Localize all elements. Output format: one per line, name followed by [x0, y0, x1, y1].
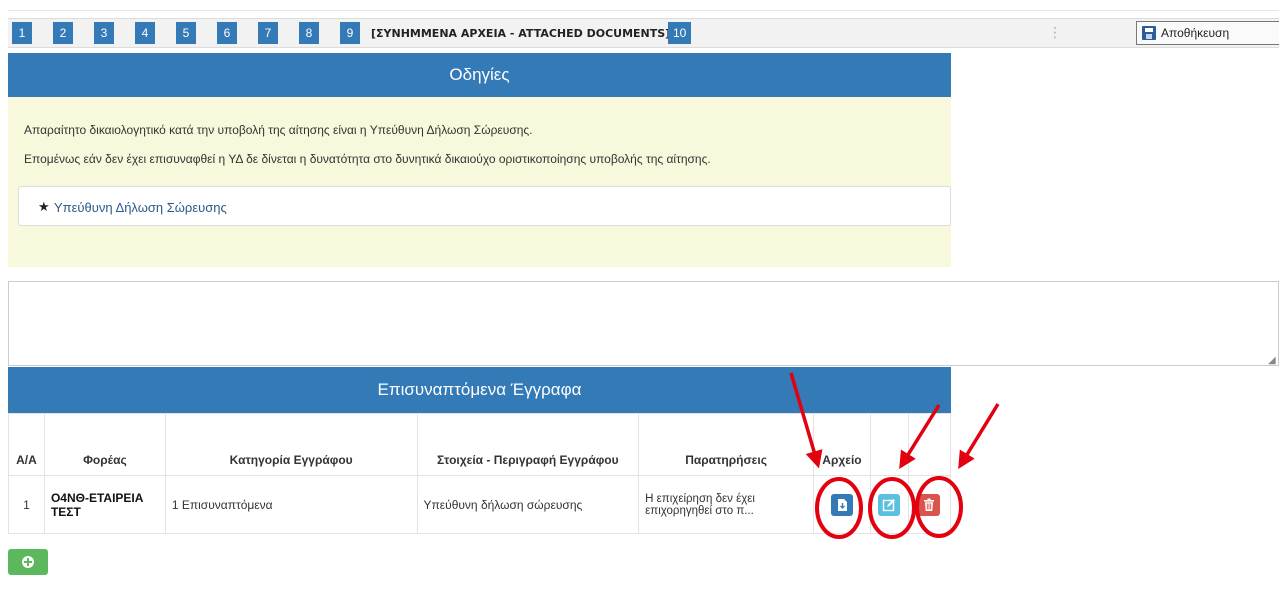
- cell-edit: [869, 475, 909, 534]
- add-document-button[interactable]: [8, 549, 48, 575]
- cell-notes: Η επιχείρηση δεν έχει επιχορηγηθεί στο π…: [638, 475, 814, 534]
- edit-document-button[interactable]: [878, 493, 901, 516]
- table-header-row: Α/Α Φορέας Κατηγορία Εγγράφου Στοιχεία -…: [8, 413, 952, 476]
- top-divider: [8, 10, 1279, 11]
- step-5-button[interactable]: 5: [176, 22, 196, 44]
- notes-textarea[interactable]: [8, 281, 1279, 366]
- column-header-aa: Α/Α: [8, 413, 45, 476]
- required-document-label: Υπεύθυνη Δήλωση Σώρευσης: [54, 200, 227, 215]
- download-file-button[interactable]: [830, 493, 853, 516]
- column-header-notes: Παρατηρήσεις: [638, 413, 814, 476]
- column-header-delete: [907, 413, 952, 476]
- table-row: 1 Ο4ΝΘ-ΕΤΑΙΡΕΙΑ ΤΕΣΤ 1 Επισυναπτόμενα Υπ…: [8, 475, 952, 534]
- trash-icon: [924, 498, 935, 511]
- step-6-button[interactable]: 6: [217, 22, 237, 44]
- step-9-button[interactable]: 9: [340, 22, 360, 44]
- cell-delete: [907, 475, 952, 534]
- step-8-button[interactable]: 8: [299, 22, 319, 44]
- instructions-panel: Απαραίτητο δικαιολογητικό κατά την υποβο…: [8, 97, 951, 267]
- step-10-button[interactable]: 10: [668, 22, 692, 44]
- annotation-arrow: [958, 403, 1000, 469]
- step-4-button[interactable]: 4: [135, 22, 155, 44]
- column-header-edit: [869, 413, 909, 476]
- star-icon: ★: [38, 199, 50, 214]
- cell-description: Υπεύθυνη δήλωση σώρευσης: [416, 475, 640, 534]
- wizard-step-bar: 1 2 3 4 5 6 7 8 9 [ΣΥΝΗΜΜΕΝΑ ΑΡΧΕΙΑ - AT…: [8, 18, 1279, 48]
- column-header-category: Κατηγορία Εγγράφου: [164, 413, 418, 476]
- column-header-description: Στοιχεία - Περιγραφή Εγγράφου: [416, 413, 640, 476]
- step-7-button[interactable]: 7: [258, 22, 278, 44]
- cell-file: [812, 475, 871, 534]
- current-step-title: [ΣΥΝΗΜΜΕΝΑ ΑΡΧΕΙΑ - ATTACHED DOCUMENTS]: [371, 27, 671, 40]
- instructions-line-2: Επομένως εάν δεν έχει επισυναφθεί η ΥΔ δ…: [24, 152, 711, 166]
- save-button-label: Αποθήκευση: [1161, 26, 1230, 40]
- column-header-file: Αρχείο: [812, 413, 871, 476]
- cell-org: Ο4ΝΘ-ΕΤΑΙΡΕΙΑ ΤΕΣΤ: [43, 475, 166, 534]
- required-document-box: ★ Υπεύθυνη Δήλωση Σώρευσης: [18, 186, 951, 226]
- cell-category: 1 Επισυναπτόμενα: [164, 475, 418, 534]
- more-options-icon[interactable]: ⋮: [1048, 23, 1062, 41]
- documents-title: Επισυναπτόμενα Έγγραφα: [8, 367, 951, 413]
- save-button[interactable]: Αποθήκευση: [1136, 21, 1279, 45]
- resize-handle-icon[interactable]: ◢: [1268, 355, 1276, 366]
- plus-circle-icon: [22, 556, 34, 568]
- edit-icon: [883, 498, 896, 511]
- cell-aa: 1: [8, 475, 45, 534]
- step-3-button[interactable]: 3: [94, 22, 114, 44]
- floppy-disk-icon: [1142, 26, 1156, 40]
- instructions-line-1: Απαραίτητο δικαιολογητικό κατά την υποβο…: [24, 123, 533, 137]
- file-download-icon: [837, 498, 847, 511]
- column-header-org: Φορέας: [43, 413, 166, 476]
- documents-table: Α/Α Φορέας Κατηγορία Εγγράφου Στοιχεία -…: [8, 413, 952, 534]
- step-2-button[interactable]: 2: [53, 22, 73, 44]
- instructions-title: Οδηγίες: [8, 53, 951, 97]
- delete-document-button[interactable]: [918, 493, 941, 516]
- step-1-button[interactable]: 1: [12, 22, 32, 44]
